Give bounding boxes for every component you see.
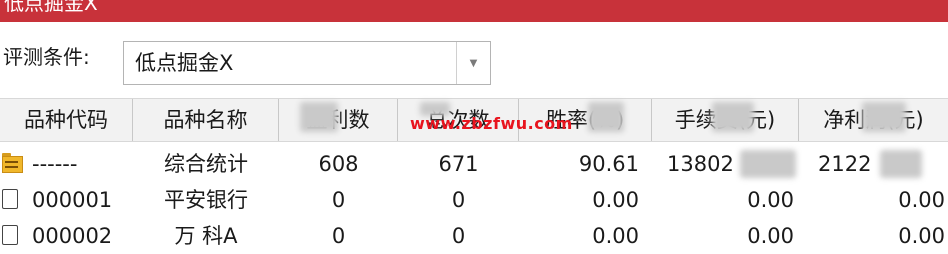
cell-total: 671 [438,152,479,176]
condition-select[interactable]: 低点掘金X ▼ [123,41,491,85]
window-title: 低点掘金X [4,0,98,15]
cell-profit: 0.00 [898,224,945,248]
column-header-wins[interactable]: 盈利数 [279,99,398,141]
table-row[interactable]: 000001 平安银行 0 0 0.00 0.00 0.00 [0,182,948,218]
watermark: www.zbzfwu.com [410,114,573,133]
cell-name: 万 科A [174,224,238,248]
filter-bar: 评测条件: 低点掘金X ▼ [0,22,948,98]
table-row[interactable]: 000002 万 科A 0 0 0.00 0.00 0.00 [0,218,948,254]
title-bar: 低点掘金X [0,0,948,22]
cell-code: 000001 [32,188,113,212]
table-row[interactable]: ------ 综合统计 608 671 90.61 13802 2122 [0,146,948,182]
redaction-blur [712,102,754,132]
redaction-blur [880,150,922,178]
cell-name: 平安银行 [164,188,248,212]
cell-rate: 90.61 [578,152,639,176]
redaction-blur [862,102,906,132]
filter-label: 评测条件: [3,45,90,69]
cell-fee: 0.00 [747,224,794,248]
redaction-blur [300,102,338,132]
cell-total: 0 [451,224,466,248]
cell-wins: 0 [331,188,346,212]
cell-profit: 0.00 [898,188,945,212]
cell-rate: 0.00 [592,188,639,212]
redaction-blur [740,150,796,178]
cell-code: 000002 [32,224,113,248]
redaction-blur [588,102,624,132]
cell-code: ------ [32,152,78,176]
cell-fee: 0.00 [747,188,794,212]
cell-total: 0 [451,188,466,212]
document-icon [2,189,18,209]
cell-wins: 608 [318,152,359,176]
chevron-down-icon[interactable]: ▼ [456,42,490,84]
condition-select-value: 低点掘金X [135,51,234,75]
cell-fee: 13802 [667,152,734,176]
column-header-name[interactable]: 品种名称 [133,99,279,141]
cell-rate: 0.00 [592,224,639,248]
folder-icon [2,153,23,173]
cell-wins: 0 [331,224,346,248]
cell-name: 综合统计 [164,152,248,176]
document-icon [2,225,18,245]
column-header-code[interactable]: 品种代码 [0,99,133,141]
cell-profit: 2122 [818,152,872,176]
